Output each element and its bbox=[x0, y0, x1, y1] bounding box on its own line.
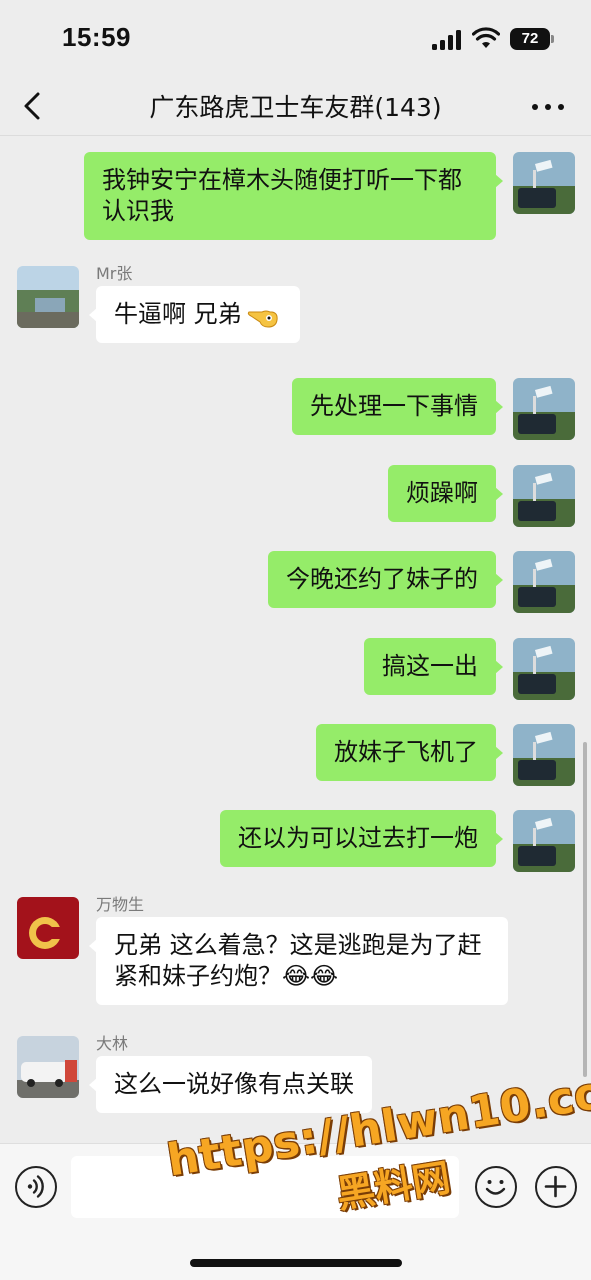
message-text: 搞这一出 bbox=[382, 652, 478, 680]
sender-name: Mr张 bbox=[96, 264, 133, 283]
group-chat-title: 广东路虎卫士车友群(143) bbox=[149, 93, 442, 122]
message-text: 这么一说好像有点关联 bbox=[114, 1070, 354, 1098]
home-indicator bbox=[190, 1259, 402, 1267]
message-list[interactable]: 我钟安宁在樟木头随便打听一下都认识我 Mr张 牛逼啊 兄弟 先处理一下事情 烦躁… bbox=[0, 137, 591, 1142]
wifi-icon bbox=[472, 27, 500, 48]
battery-icon: 72 bbox=[510, 28, 550, 50]
message-bubble[interactable]: 今晚还约了妹子的 bbox=[268, 551, 503, 608]
avatar[interactable] bbox=[513, 378, 575, 440]
avatar[interactable] bbox=[513, 152, 575, 214]
more-actions-button[interactable] bbox=[535, 1166, 577, 1208]
sender-name: 大林 bbox=[96, 1034, 129, 1053]
sender-name: 万物生 bbox=[96, 895, 145, 914]
status-bar: 15:59 72 bbox=[0, 0, 591, 78]
scroll-indicator[interactable] bbox=[583, 742, 587, 1077]
message-bubble[interactable]: 这么一说好像有点关联 bbox=[89, 1056, 372, 1113]
message-text: 兄弟 这么着急？这是逃跑是为了赶紧和妹子约炮？😂😂 bbox=[114, 931, 482, 990]
plus-icon bbox=[544, 1175, 567, 1198]
avatar[interactable] bbox=[513, 465, 575, 527]
more-options-button[interactable] bbox=[528, 94, 568, 118]
avatar[interactable] bbox=[17, 1036, 79, 1098]
message-text: 今晚还约了妹子的 bbox=[286, 565, 478, 593]
message-text: 放妹子飞机了 bbox=[334, 738, 478, 766]
avatar[interactable] bbox=[513, 724, 575, 786]
avatar[interactable] bbox=[513, 551, 575, 613]
emoji-button[interactable] bbox=[475, 1166, 517, 1208]
message-bubble[interactable]: 我钟安宁在樟木头随便打听一下都认识我 bbox=[84, 152, 503, 240]
message-text: 牛逼啊 兄弟 bbox=[114, 300, 242, 328]
voice-input-button[interactable] bbox=[15, 1166, 57, 1208]
avatar[interactable] bbox=[513, 638, 575, 700]
smiley-icon bbox=[485, 1180, 506, 1195]
chat-header: 广东路虎卫士车友群(143) bbox=[0, 78, 591, 136]
back-chevron-icon[interactable] bbox=[18, 86, 50, 126]
voice-icon bbox=[27, 1175, 44, 1198]
message-bubble[interactable]: 烦躁啊 bbox=[388, 465, 503, 522]
message-text: 烦躁啊 bbox=[406, 479, 478, 507]
cellular-signal-icon bbox=[432, 30, 462, 50]
message-text: 我钟安宁在樟木头随便打听一下都认识我 bbox=[102, 166, 462, 225]
message-bubble[interactable]: 搞这一出 bbox=[364, 638, 503, 695]
message-bubble[interactable]: 放妹子飞机了 bbox=[316, 724, 503, 781]
message-input[interactable] bbox=[71, 1156, 459, 1218]
message-bubble[interactable]: 先处理一下事情 bbox=[292, 378, 503, 435]
message-bubble[interactable]: 还以为可以过去打一炮 bbox=[220, 810, 503, 867]
message-text: 还以为可以过去打一炮 bbox=[238, 824, 478, 852]
avatar[interactable] bbox=[17, 266, 79, 328]
message-text: 先处理一下事情 bbox=[310, 392, 478, 420]
avatar[interactable] bbox=[513, 810, 575, 872]
message-bubble[interactable]: 牛逼啊 兄弟 bbox=[89, 286, 300, 343]
battery-tip bbox=[551, 35, 554, 43]
status-time: 15:59 bbox=[62, 22, 131, 52]
avatar[interactable] bbox=[17, 897, 79, 959]
pointing-hand-emoji-icon bbox=[247, 310, 278, 328]
message-bubble[interactable]: 兄弟 这么着急？这是逃跑是为了赶紧和妹子约炮？😂😂 bbox=[89, 917, 508, 1005]
